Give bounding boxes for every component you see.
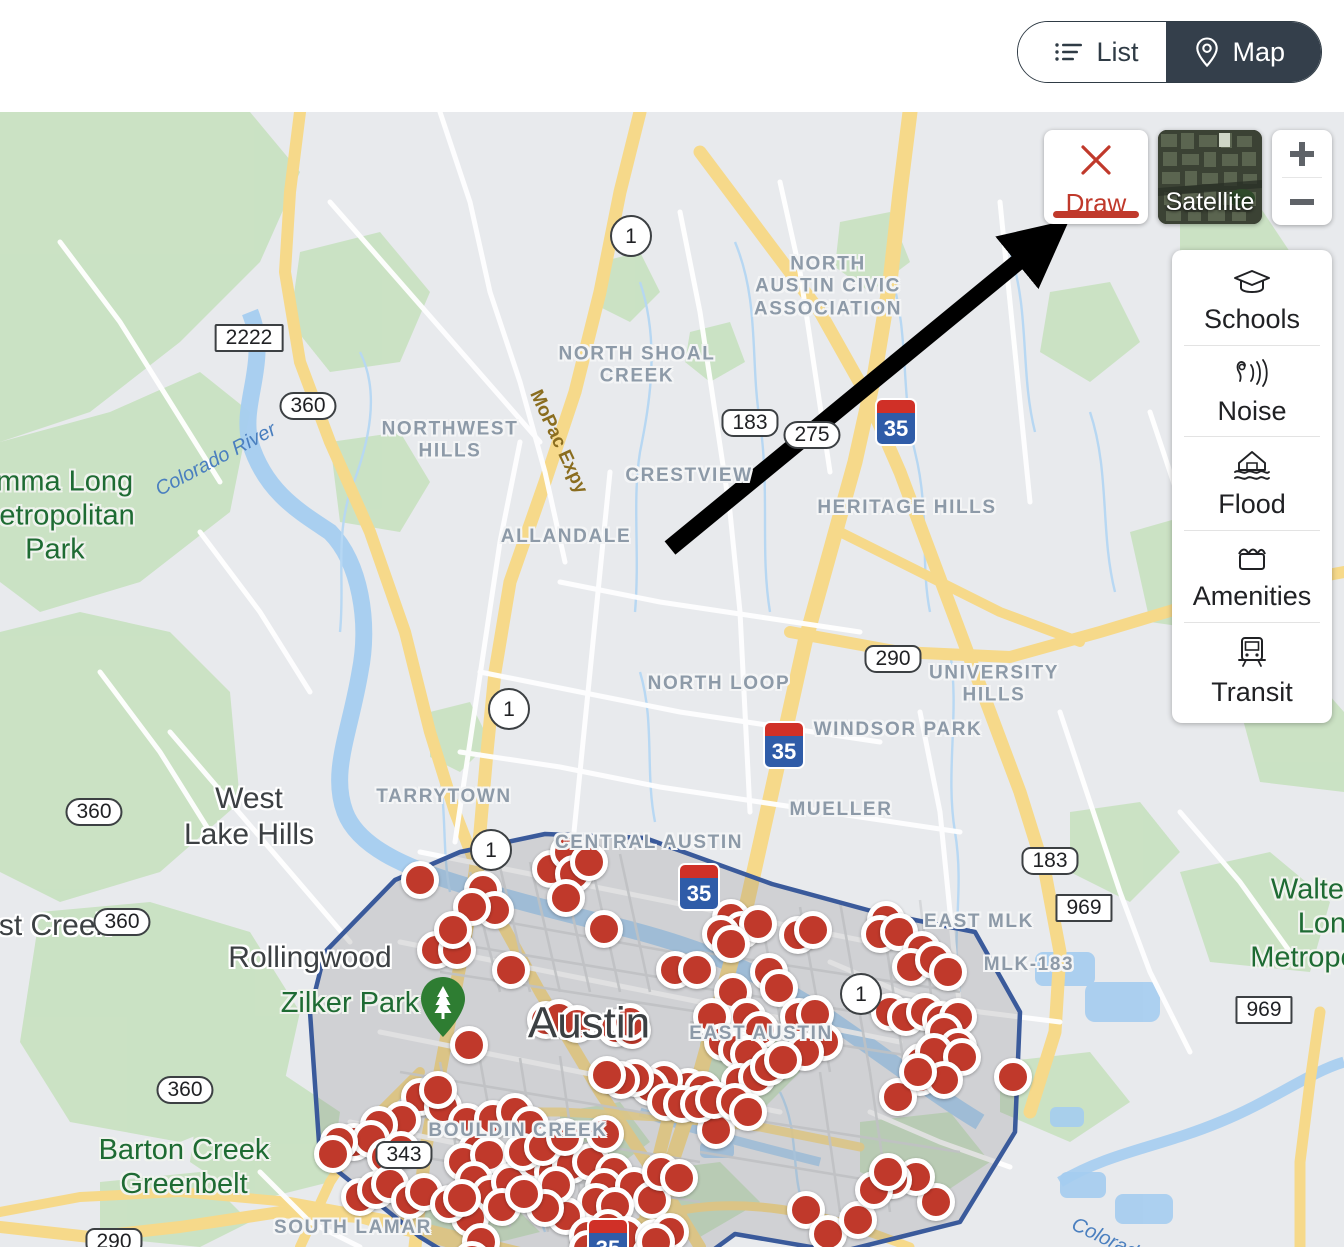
property-marker[interactable] (547, 879, 585, 917)
layer-label-flood: Flood (1218, 489, 1286, 520)
property-marker[interactable] (586, 1115, 624, 1153)
map-pin-icon (1194, 36, 1220, 68)
map-canvas[interactable]: Draw Satellite Schools Noise Flood Ameni… (0, 112, 1344, 1247)
satellite-toggle-button[interactable]: Satellite (1158, 130, 1262, 224)
property-marker[interactable] (570, 843, 608, 881)
view-mode-toggle[interactable]: List Map (1017, 21, 1322, 83)
property-marker[interactable] (492, 951, 530, 989)
layer-button-noise[interactable]: Noise (1172, 346, 1332, 437)
highway-shield: 290 (85, 1228, 143, 1247)
map-layers-panel[interactable]: Schools Noise Flood Amenities Transit (1172, 250, 1332, 724)
highway-shield: 360 (93, 908, 151, 936)
property-marker[interactable] (794, 911, 832, 949)
property-marker[interactable] (505, 1175, 543, 1213)
highway-shield: 290 (864, 645, 922, 673)
property-marker[interactable] (585, 910, 623, 948)
property-marker[interactable] (450, 1026, 488, 1064)
map-controls[interactable]: Draw Satellite (1044, 130, 1344, 225)
draw-button[interactable]: Draw (1044, 130, 1148, 224)
layer-button-schools[interactable]: Schools (1172, 254, 1332, 345)
highway-shield: 1 (470, 829, 512, 871)
zoom-controls[interactable] (1272, 130, 1332, 225)
house-flood-icon (1231, 449, 1273, 486)
property-marker[interactable] (443, 1179, 481, 1217)
property-marker[interactable] (729, 1093, 767, 1131)
graduation-cap-icon (1232, 266, 1272, 301)
property-marker[interactable] (314, 1135, 352, 1173)
list-icon (1054, 40, 1084, 64)
property-marker[interactable] (660, 1159, 698, 1197)
layer-label-amenities: Amenities (1192, 581, 1312, 612)
interstate-shield: 35 (587, 1218, 629, 1247)
layer-button-transit[interactable]: Transit (1172, 623, 1332, 718)
property-marker[interactable] (994, 1058, 1032, 1096)
highway-shield: 275 (783, 421, 841, 449)
draw-active-indicator (1053, 211, 1139, 218)
satellite-button-label: Satellite (1165, 188, 1255, 216)
highway-shield: 1 (610, 215, 652, 257)
highway-shield: 360 (279, 392, 337, 420)
highway-shield: 360 (65, 798, 123, 826)
property-marker[interactable] (899, 1053, 937, 1091)
highway-shield: 969 (1055, 894, 1113, 922)
highway-shield: 183 (721, 409, 779, 437)
header-bar: List Map (0, 0, 1344, 112)
ear-sound-icon (1231, 358, 1273, 393)
minus-icon (1290, 198, 1314, 205)
tab-map-label: Map (1232, 36, 1285, 67)
close-x-icon (1076, 140, 1116, 185)
tab-map-view[interactable]: Map (1166, 22, 1321, 82)
tab-list-view[interactable]: List (1018, 22, 1167, 82)
layer-button-flood[interactable]: Flood (1172, 437, 1332, 530)
property-marker[interactable] (712, 925, 750, 963)
property-marker[interactable] (419, 1071, 457, 1109)
highway-shield: 1 (840, 973, 882, 1015)
property-marker[interactable] (434, 911, 472, 949)
storefront-icon (1232, 543, 1272, 578)
property-marker[interactable] (929, 953, 967, 991)
property-marker[interactable] (558, 1005, 596, 1043)
layer-label-schools: Schools (1203, 304, 1301, 334)
property-marker[interactable] (546, 1118, 584, 1156)
plus-icon (1290, 141, 1314, 166)
highway-shield: 2222 (214, 324, 284, 352)
zoom-in-button[interactable] (1272, 130, 1332, 177)
zoom-out-button[interactable] (1272, 178, 1332, 225)
interstate-shield: 35 (875, 398, 917, 446)
property-marker[interactable] (678, 951, 716, 989)
interstate-shield: 35 (763, 721, 805, 769)
train-icon (1233, 635, 1271, 674)
layer-label-transit: Transit (1211, 676, 1293, 707)
highway-shield: 969 (1235, 996, 1293, 1024)
property-marker[interactable] (401, 861, 439, 899)
highway-shield: 360 (156, 1076, 214, 1104)
highway-shield: 343 (375, 1141, 433, 1169)
highway-shield: 1 (488, 688, 530, 730)
layer-button-amenities[interactable]: Amenities (1172, 531, 1332, 622)
tab-list-label: List (1096, 36, 1139, 67)
property-marker[interactable] (611, 1003, 649, 1041)
property-marker[interactable] (869, 1153, 907, 1191)
interstate-shield: 35 (678, 863, 720, 911)
highway-shield: 183 (1021, 847, 1079, 875)
property-marker[interactable] (588, 1056, 626, 1094)
layer-label-noise: Noise (1217, 395, 1287, 426)
property-marker[interactable] (764, 1041, 802, 1079)
